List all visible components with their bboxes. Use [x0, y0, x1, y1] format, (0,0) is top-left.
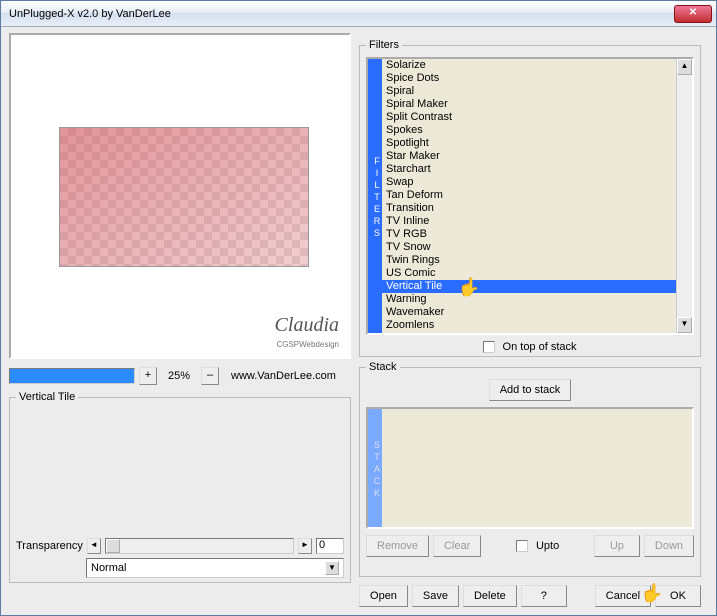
on-top-checkbox[interactable] [483, 341, 495, 353]
filter-item[interactable]: Spotlight [382, 137, 676, 150]
down-button[interactable]: Down [644, 535, 694, 557]
filters-list[interactable]: SolarizeSpice DotsSpiralSpiral MakerSpli… [382, 59, 676, 333]
transparency-value[interactable]: 0 [316, 538, 344, 554]
add-to-stack-button[interactable]: Add to stack [489, 379, 572, 401]
filter-item[interactable]: Spice Dots [382, 72, 676, 85]
filter-item[interactable]: Swap [382, 176, 676, 189]
filter-item[interactable]: Tan Deform [382, 189, 676, 202]
filter-item[interactable]: Vertical Tile [382, 280, 676, 293]
zoom-in-button[interactable]: + [139, 367, 157, 385]
filter-item[interactable]: TV Snow [382, 241, 676, 254]
scroll-up-button[interactable]: ▲ [677, 59, 692, 75]
filter-item[interactable]: TV Inline [382, 215, 676, 228]
ok-button[interactable]: OK [655, 585, 701, 607]
filter-item[interactable]: Spokes [382, 124, 676, 137]
scroll-down-button[interactable]: ▼ [677, 317, 692, 333]
stack-side-label: STACK [368, 409, 382, 527]
transparency-slider[interactable] [105, 538, 294, 554]
signature-sub: CGSPWebdesign [276, 340, 339, 349]
filter-item[interactable]: Spiral Maker [382, 98, 676, 111]
zoom-out-button[interactable]: – [201, 367, 219, 385]
filters-legend: Filters [366, 39, 402, 51]
filter-item[interactable]: Transition [382, 202, 676, 215]
filters-scrollbar[interactable]: ▲ ▼ [676, 59, 692, 333]
transparency-label: Transparency [16, 540, 83, 552]
app-window: UnPlugged-X v2.0 by VanDerLee ✕ Claudia … [0, 0, 717, 616]
zoom-value: 25% [161, 370, 197, 382]
filter-item[interactable]: Split Contrast [382, 111, 676, 124]
clear-button[interactable]: Clear [433, 535, 481, 557]
remove-button[interactable]: Remove [366, 535, 429, 557]
blend-mode-dropdown[interactable]: Normal ▼ [86, 558, 344, 578]
slider-thumb[interactable] [106, 539, 120, 553]
filter-item[interactable]: Solarize [382, 59, 676, 72]
stack-legend: Stack [366, 361, 400, 373]
up-button[interactable]: Up [594, 535, 640, 557]
titlebar[interactable]: UnPlugged-X v2.0 by VanDerLee ✕ [1, 1, 716, 27]
filter-item[interactable]: Twin Rings [382, 254, 676, 267]
help-button[interactable]: ? [521, 585, 567, 607]
preview-image [59, 127, 309, 267]
open-button[interactable]: Open [359, 585, 408, 607]
filter-item[interactable]: Star Maker [382, 150, 676, 163]
save-button[interactable]: Save [412, 585, 459, 607]
filter-item[interactable]: Wavemaker [382, 306, 676, 319]
filter-params-group: Vertical Tile Transparency ◄ ► 0 Normal … [9, 391, 351, 583]
filter-item[interactable]: Warning [382, 293, 676, 306]
filter-item[interactable]: Spiral [382, 85, 676, 98]
blend-mode-value: Normal [91, 562, 126, 574]
cancel-button[interactable]: Cancel [595, 585, 651, 607]
preview-panel: Claudia CGSPWebdesign [9, 33, 351, 359]
chevron-down-icon: ▼ [325, 561, 339, 575]
stack-list[interactable] [382, 409, 692, 527]
filter-item[interactable]: US Comic [382, 267, 676, 280]
filters-side-label: FILTERS [368, 59, 382, 333]
on-top-label: On top of stack [503, 341, 577, 353]
delete-button[interactable]: Delete [463, 585, 517, 607]
signature: Claudia [275, 314, 339, 337]
close-button[interactable]: ✕ [674, 5, 712, 23]
window-title: UnPlugged-X v2.0 by VanDerLee [5, 8, 674, 20]
progress-bar [9, 368, 135, 384]
upto-checkbox[interactable] [516, 540, 528, 552]
slider-right-button[interactable]: ► [298, 538, 312, 554]
stack-group: Stack Add to stack STACK Remove Clear Up… [359, 361, 701, 577]
filter-item[interactable]: Starchart [382, 163, 676, 176]
filters-group: Filters FILTERS SolarizeSpice DotsSpiral… [359, 39, 701, 357]
slider-left-button[interactable]: ◄ [87, 538, 101, 554]
vendor-url: www.VanDerLee.com [231, 370, 336, 382]
upto-label: Upto [536, 540, 559, 552]
filter-params-legend: Vertical Tile [16, 391, 78, 403]
filter-item[interactable]: Zoomlens [382, 319, 676, 332]
filter-item[interactable]: TV RGB [382, 228, 676, 241]
